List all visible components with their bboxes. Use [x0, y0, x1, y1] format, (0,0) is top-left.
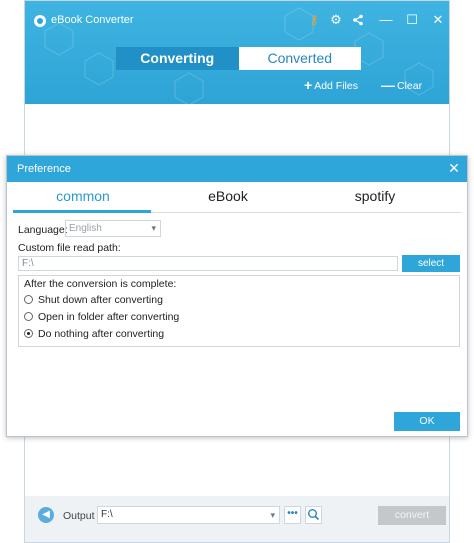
tab-spotify[interactable]: spotify: [305, 188, 445, 212]
clear-button[interactable]: — Clear: [381, 77, 422, 93]
browse-output-button[interactable]: •••: [284, 506, 301, 524]
minus-icon: —: [381, 77, 395, 93]
app-title: eBook Converter: [51, 14, 134, 26]
add-files-button[interactable]: + Add Files: [304, 77, 358, 93]
tab-common[interactable]: common: [13, 188, 153, 212]
maximize-icon[interactable]: ☐: [403, 11, 421, 29]
chevron-down-icon: ▾: [270, 510, 275, 520]
option-do-nothing[interactable]: Do nothing after converting: [24, 328, 164, 342]
dialog-titlebar: Preference ✕: [7, 156, 467, 182]
back-arrow-icon[interactable]: ◀: [38, 507, 54, 523]
active-tab-indicator: [13, 210, 151, 213]
share-icon[interactable]: [349, 11, 367, 29]
open-output-folder-button[interactable]: [305, 506, 322, 524]
dialog-title: Preference: [17, 163, 71, 175]
preference-dialog: Preference ✕ common eBook spotify Langua…: [6, 155, 468, 437]
plus-icon: +: [304, 77, 313, 93]
tab-converting[interactable]: Converting: [116, 47, 239, 70]
dialog-close-icon[interactable]: ✕: [446, 160, 462, 176]
close-icon[interactable]: ✕: [429, 11, 447, 29]
convert-button[interactable]: convert: [378, 506, 446, 525]
custom-path-input[interactable]: F:\: [18, 256, 398, 271]
output-path-value: F:\: [101, 509, 113, 520]
option-open-folder[interactable]: Open in folder after converting: [24, 311, 179, 325]
language-label: Language:: [18, 224, 68, 236]
tab-ebook[interactable]: eBook: [158, 188, 298, 212]
radio-icon: [24, 312, 33, 321]
output-label: Output: [63, 510, 95, 522]
add-files-label: Add Files: [314, 80, 358, 92]
tab-converted[interactable]: Converted: [238, 47, 361, 70]
language-select[interactable]: English ▾: [65, 220, 161, 237]
after-conversion-group: After the conversion is complete: Shut d…: [18, 275, 460, 347]
minimize-icon[interactable]: —: [377, 11, 395, 29]
ok-button[interactable]: OK: [394, 412, 460, 431]
option-label: Open in folder after converting: [38, 311, 180, 323]
clear-label: Clear: [397, 80, 423, 92]
language-value: English: [69, 223, 102, 234]
after-conversion-label: After the conversion is complete:: [24, 278, 177, 290]
search-icon: [308, 509, 320, 521]
custom-path-label: Custom file read path:: [18, 242, 121, 254]
preference-tabs: common eBook spotify: [13, 182, 461, 213]
select-path-button[interactable]: select: [402, 255, 460, 272]
app-logo-icon: [34, 15, 46, 27]
option-label: Do nothing after converting: [38, 328, 165, 340]
gear-icon[interactable]: ⚙: [327, 11, 345, 29]
key-icon[interactable]: ⚷: [305, 11, 323, 29]
radio-icon: [24, 295, 33, 304]
main-tabs: Converting Converted: [116, 47, 361, 70]
bottom-bar: ◀ Output F:\ ▾ ••• convert: [25, 496, 449, 542]
radio-selected-icon: [24, 329, 33, 338]
option-label: Shut down after converting: [38, 294, 163, 306]
output-path-select[interactable]: F:\ ▾: [97, 506, 280, 524]
option-shut-down[interactable]: Shut down after converting: [24, 294, 163, 308]
chevron-down-icon: ▾: [151, 223, 156, 233]
app-header: eBook Converter ⚷ ⚙ — ☐ ✕ Converting Con…: [25, 1, 449, 104]
